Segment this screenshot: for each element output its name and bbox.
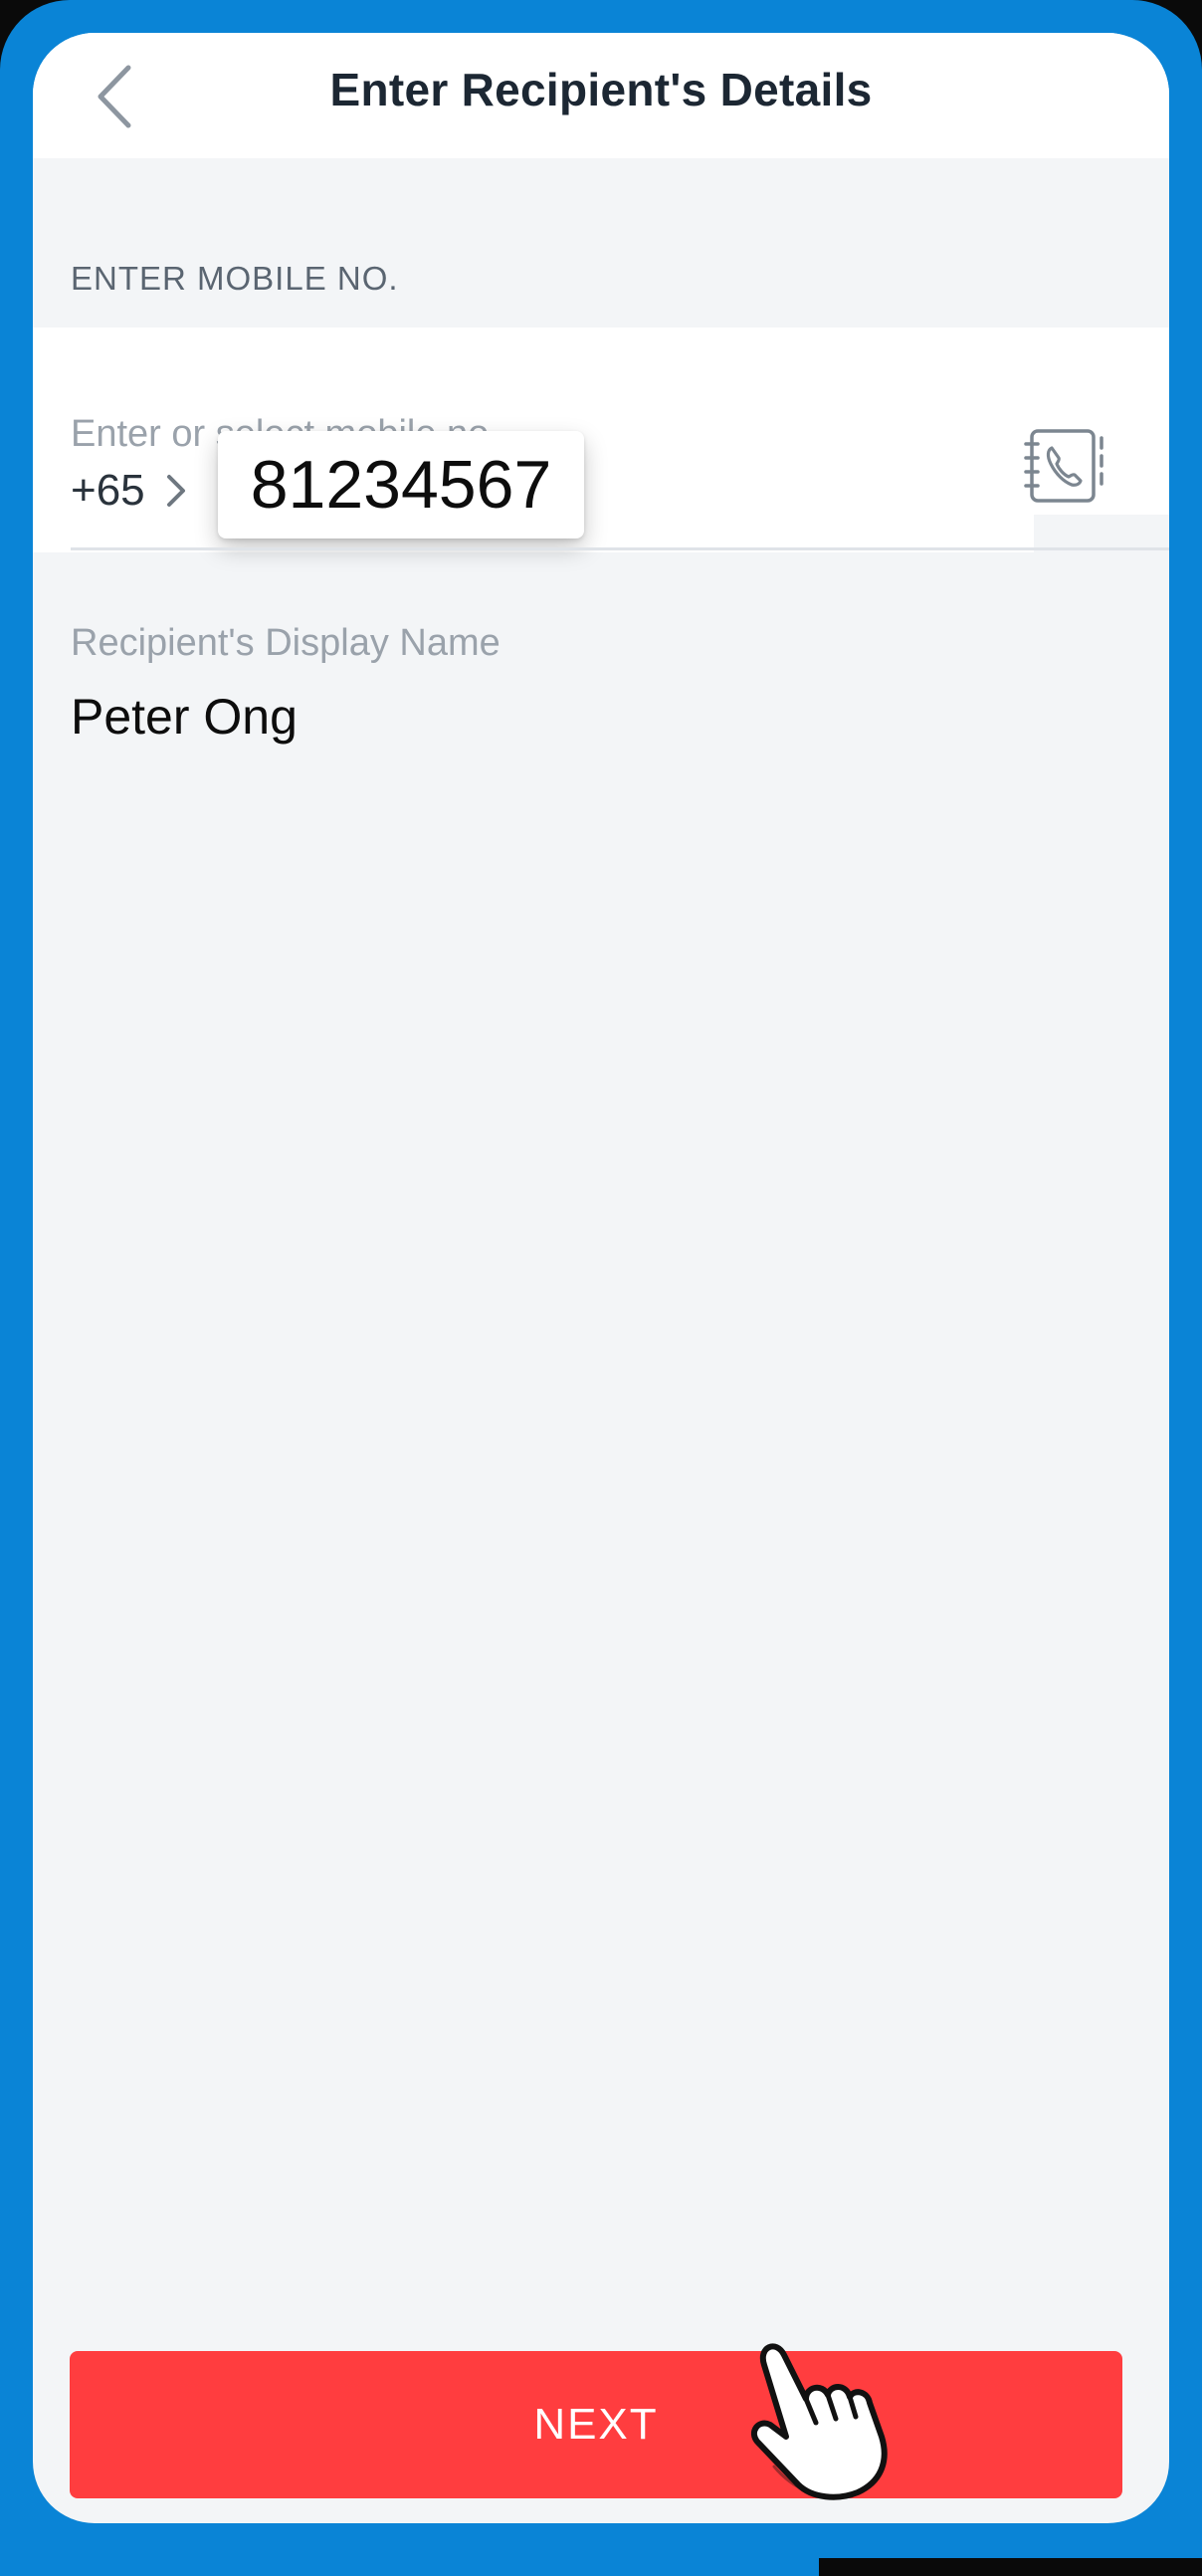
mobile-section-label: ENTER MOBILE NO.: [71, 260, 399, 297]
mobile-number-input[interactable]: 81234567: [218, 431, 584, 538]
display-name-field[interactable]: Peter Ong: [71, 688, 298, 746]
contacts-button[interactable]: [1020, 421, 1109, 511]
chevron-right-icon: [165, 469, 187, 513]
country-code-selector[interactable]: +65: [71, 449, 187, 533]
next-button[interactable]: NEXT: [70, 2351, 1122, 2498]
app-screen: Enter Recipient's Details ENTER MOBILE N…: [33, 33, 1169, 2523]
frame-notch: [819, 2558, 1202, 2576]
mobile-field-underline: [71, 547, 1169, 550]
header-bar: Enter Recipient's Details: [33, 33, 1169, 158]
country-code-value: +65: [71, 466, 145, 515]
page-title: Enter Recipient's Details: [329, 64, 873, 115]
address-book-phone-icon: [1024, 429, 1103, 503]
display-name-label: Recipient's Display Name: [71, 622, 501, 664]
